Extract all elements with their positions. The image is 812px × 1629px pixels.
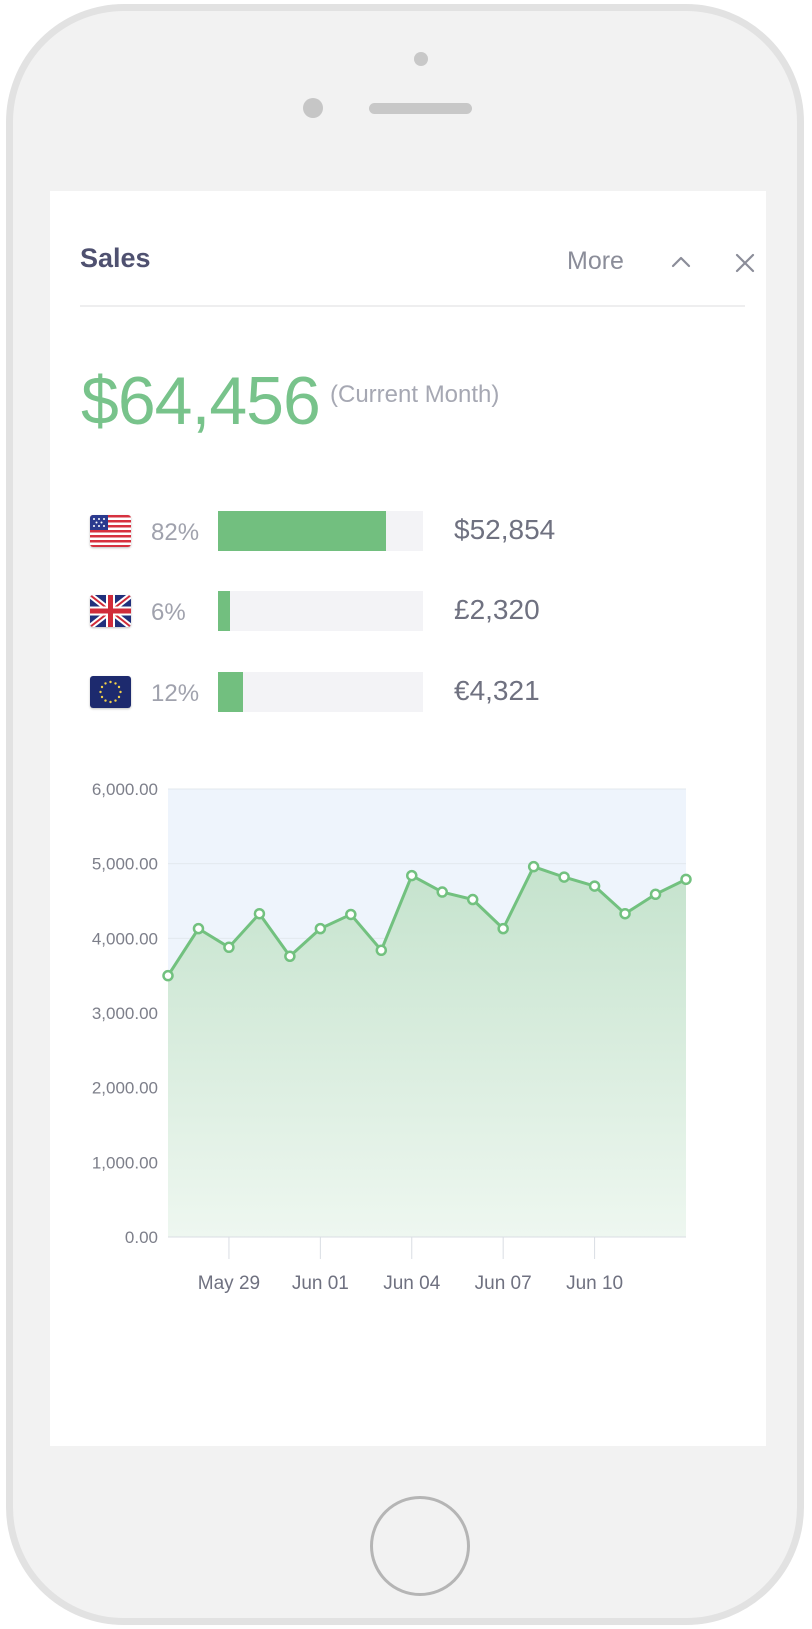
region-amount: €4,321 <box>454 675 540 706</box>
data-point <box>223 941 235 954</box>
y-tick-label: 2,000.00 <box>92 1079 158 1098</box>
data-point <box>284 950 296 963</box>
sales-total: $64,456 <box>81 363 321 439</box>
region-row-uk: 6% £2,320 <box>50 591 766 635</box>
region-share-fill <box>218 672 243 712</box>
uk-flag-icon <box>90 595 131 627</box>
widget-header: Sales More <box>80 191 755 307</box>
region-share-fill <box>218 591 231 631</box>
region-share-bar <box>218 672 423 712</box>
region-percent: 6% <box>151 599 186 626</box>
home-button[interactable] <box>370 1496 470 1596</box>
region-amount: $52,854 <box>454 514 556 545</box>
data-point <box>497 922 509 935</box>
data-point <box>436 886 448 898</box>
chevron-up-icon[interactable] <box>668 249 694 275</box>
data-point <box>558 871 570 883</box>
region-amount: £2,320 <box>454 594 540 625</box>
period-note: (Current Month) <box>330 381 500 408</box>
x-tick-label: May 29 <box>198 1273 260 1294</box>
more-link[interactable]: More <box>567 247 624 276</box>
data-point <box>162 969 174 982</box>
close-icon[interactable] <box>733 251 757 275</box>
data-point <box>466 893 479 906</box>
region-share-bar <box>218 591 423 631</box>
eu-flag-icon <box>90 676 131 708</box>
y-tick-label: 3,000.00 <box>92 1004 158 1023</box>
data-point <box>192 922 205 935</box>
data-point <box>680 873 692 886</box>
y-tick-label: 6,000.00 <box>92 780 158 799</box>
region-row-us: 82% $52,854 <box>50 511 766 555</box>
region-row-eu: 12% €4,321 <box>50 672 766 716</box>
data-point <box>619 907 631 920</box>
region-percent: 82% <box>151 519 200 546</box>
data-point <box>649 888 662 901</box>
us-flag-icon <box>90 515 131 547</box>
data-point <box>588 880 601 892</box>
data-point <box>253 907 266 920</box>
phone-screen: Sales More $64,456 (Current Month) 82% $… <box>50 191 766 1446</box>
x-tick-label: Jun 04 <box>383 1273 440 1294</box>
front-camera <box>414 52 428 66</box>
widget-title: Sales <box>80 243 151 273</box>
y-tick-label: 4,000.00 <box>92 929 158 948</box>
region-share-fill <box>218 511 387 551</box>
data-point <box>406 869 418 882</box>
data-point <box>375 944 388 957</box>
sales-area-chart: 6,000.00 5,000.00 4,000.00 3,000.00 2,000.00… <box>92 780 692 1294</box>
y-tick-label: 5,000.00 <box>92 855 158 874</box>
data-point <box>345 908 357 921</box>
proximity-sensor <box>303 98 323 118</box>
region-percent: 12% <box>151 680 200 707</box>
data-point <box>527 860 540 873</box>
x-tick-label: Jun 10 <box>566 1273 623 1294</box>
x-tick-label: Jun 07 <box>475 1273 532 1294</box>
y-tick-label: 1,000.00 <box>92 1153 158 1172</box>
region-share-bar <box>218 511 423 551</box>
data-point <box>314 922 327 935</box>
y-tick-label: 0.00 <box>125 1228 158 1247</box>
earpiece-speaker <box>369 103 472 114</box>
x-tick-label: Jun 01 <box>292 1273 349 1294</box>
